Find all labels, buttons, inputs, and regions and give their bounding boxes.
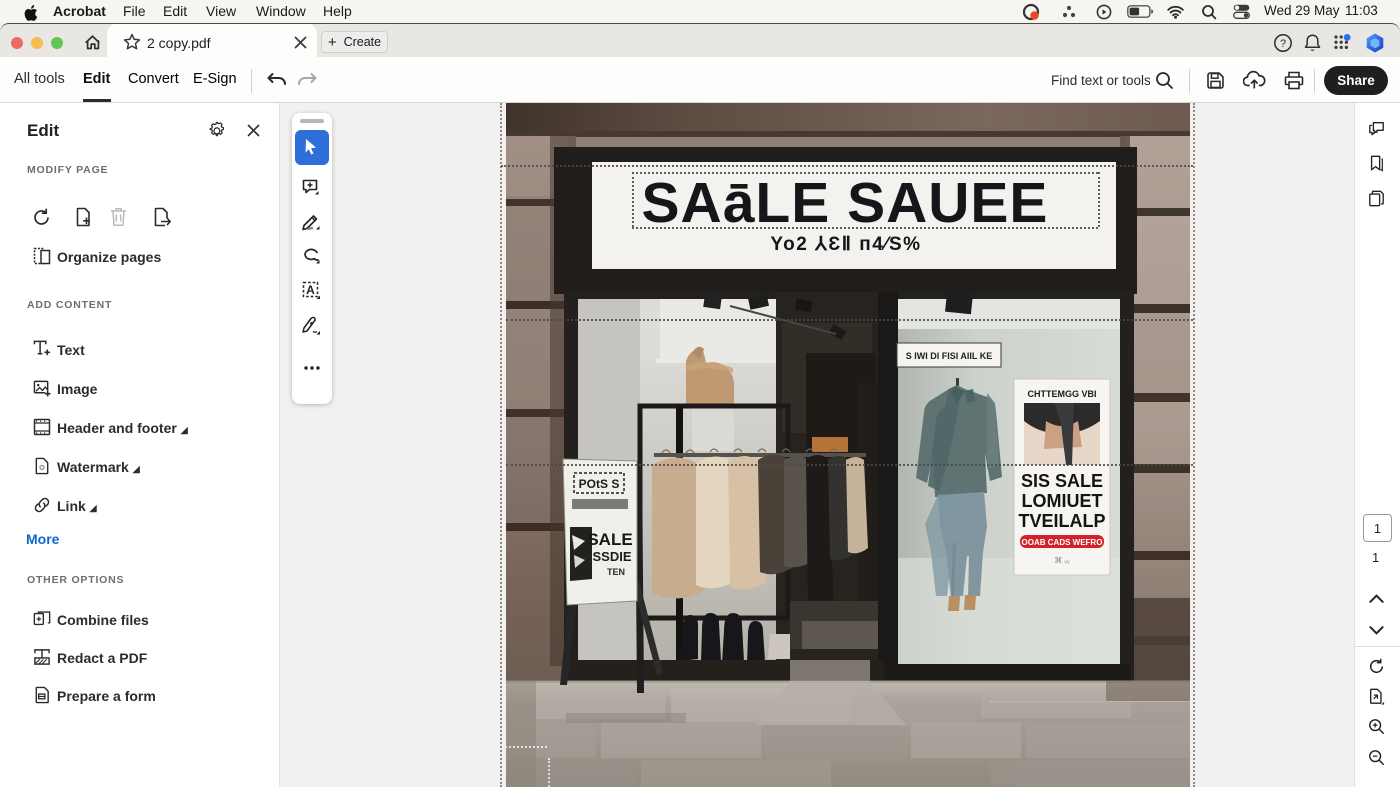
svg-text:SALE: SALE	[587, 530, 632, 549]
svg-text:LOMIUET: LOMIUET	[1022, 491, 1103, 511]
svg-text:SIS SALE: SIS SALE	[1021, 471, 1103, 491]
svg-text:TEN: TEN	[607, 567, 625, 577]
svg-text:CHTTEMGG VBI: CHTTEMGG VBI	[1028, 389, 1097, 399]
svg-text:TVEILALP: TVEILALP	[1018, 511, 1105, 531]
svg-text:S IWI DI FISI AIIL KE: S IWI DI FISI AIIL KE	[906, 351, 993, 361]
svg-text:POtS S: POtS S	[579, 477, 620, 491]
svg-text:⌘ ᵥᵥ: ⌘ ᵥᵥ	[1054, 556, 1070, 565]
svg-text:?: ?	[1280, 38, 1286, 50]
svg-text:SSDIE: SSDIE	[592, 549, 631, 564]
svg-text:OOAB CADS WEFRO: OOAB CADS WEFRO	[1022, 538, 1103, 547]
svg-text:Yo2 ⅄ƐⅡ ᴨ4⁄S%: Yo2 ⅄ƐⅡ ᴨ4⁄S%	[770, 234, 921, 255]
svg-text:SAāLE SAUEE: SAāLE SAUEE	[642, 171, 1049, 235]
svg-text:A: A	[306, 283, 315, 297]
